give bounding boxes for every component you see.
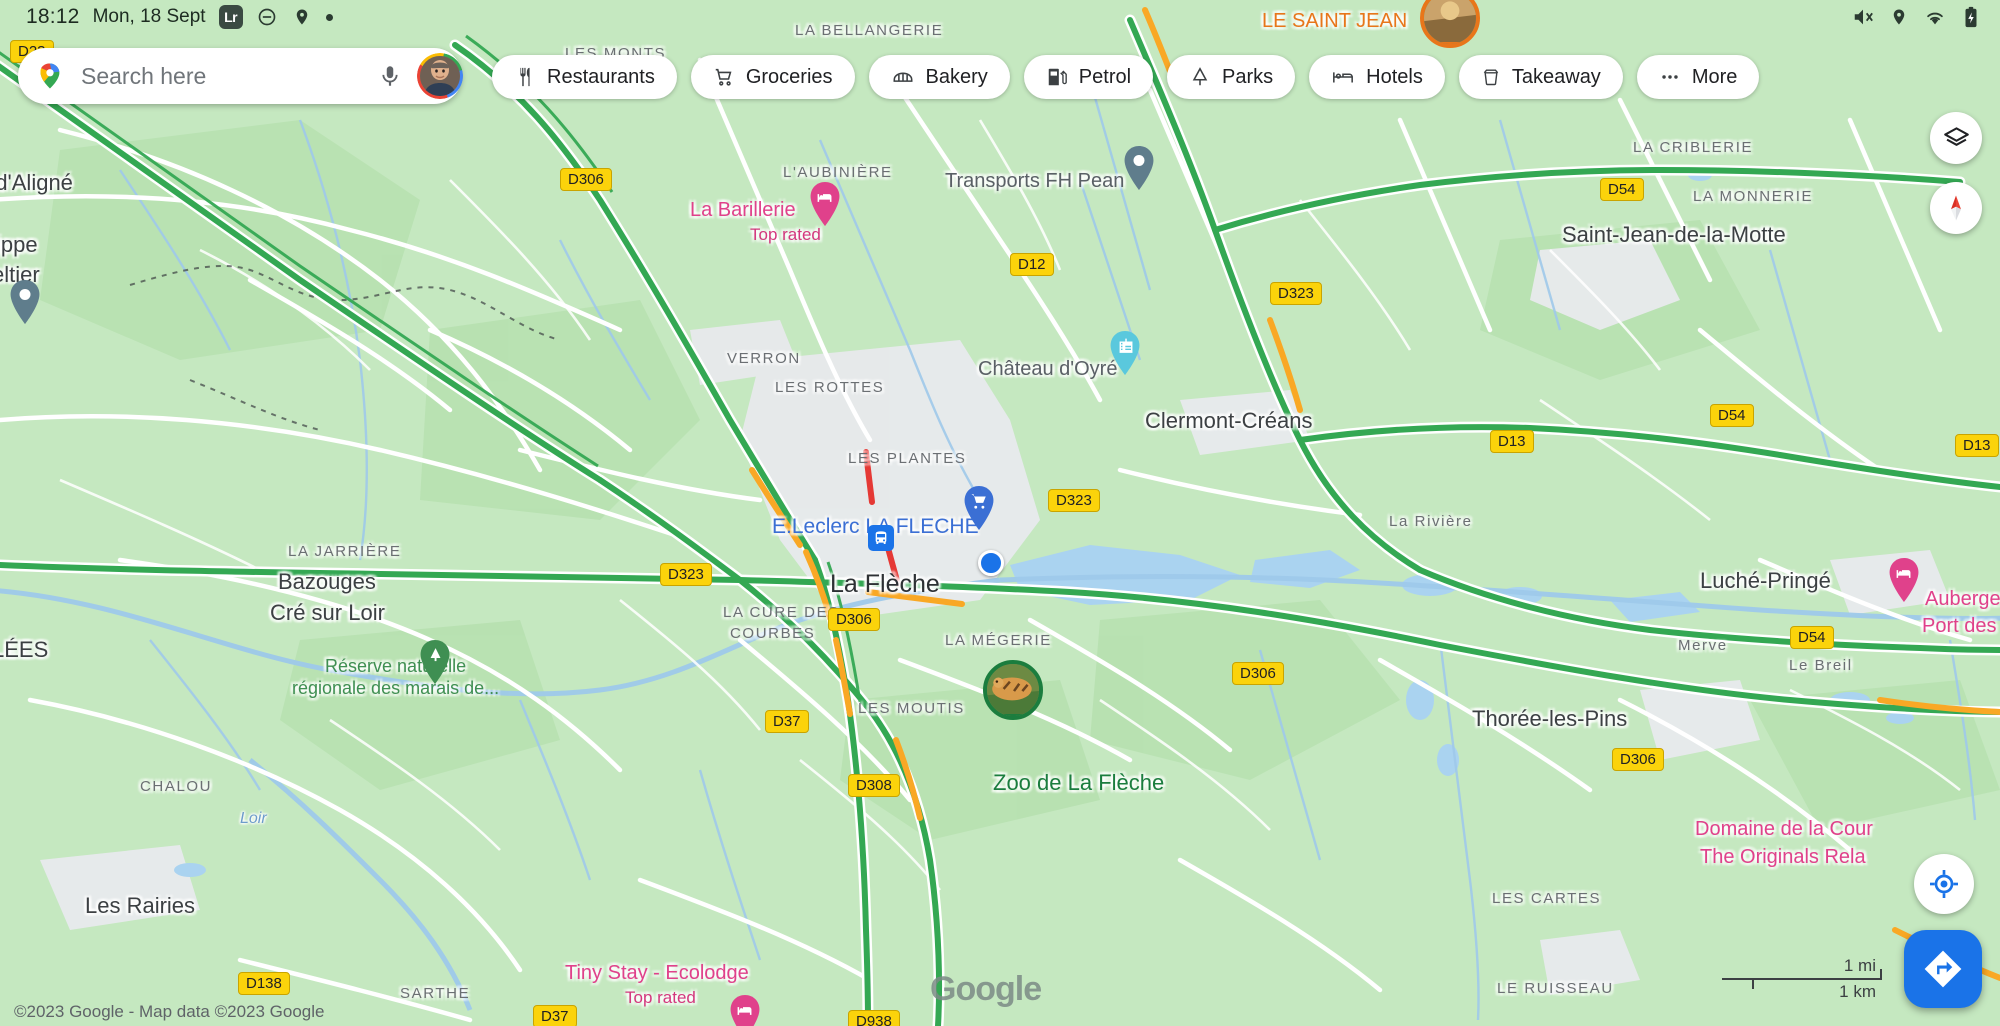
bus-station-icon[interactable] [868,525,894,551]
google-maps-app: Google Saint-Jean-de-la-Motte Clermont-Cr… [0,0,2000,1026]
park-tree-icon [1189,66,1211,88]
google-maps-logo [35,61,65,91]
map-canvas[interactable]: Google [0,0,2000,1026]
search-input[interactable] [81,62,377,90]
grocery-cart-icon [713,66,735,88]
chip-bakery[interactable]: Bakery [868,55,1010,99]
map-scale-bar: 1 mi 1 km [1722,956,1882,1002]
chip-label: Takeaway [1511,65,1601,88]
map-vector-layer: Google [0,0,2000,1026]
chip-label: Bakery [925,65,988,88]
search-bar[interactable] [18,48,463,104]
bakery-icon [891,66,915,88]
chip-label: More [1691,65,1738,88]
chip-label: Restaurants [547,65,655,88]
avatar-photo [420,56,460,96]
scale-miles: 1 mi [1843,956,1876,975]
petrol-pump-icon [1046,66,1068,88]
chip-petrol[interactable]: Petrol [1023,55,1154,99]
chip-label: Parks [1222,65,1274,88]
chip-label: Petrol [1078,65,1132,88]
category-chips-row[interactable]: Restaurants Groceries Bakery Petrol Parks Hot… [492,55,1760,99]
chip-label: Hotels [1366,65,1423,88]
my-location-button[interactable] [1914,854,1974,914]
compass-button[interactable] [1930,182,1982,234]
layers-button[interactable] [1930,112,1982,164]
zoo-photo-pin[interactable] [983,660,1043,720]
chip-takeaway[interactable]: Takeaway [1458,55,1623,99]
restaurant-icon [514,66,536,88]
chip-label: Groceries [745,65,833,88]
takeaway-cup-icon [1481,66,1501,88]
current-location-dot[interactable] [978,550,1004,576]
more-dots-icon [1659,66,1681,88]
chip-groceries[interactable]: Groceries [690,55,855,99]
chip-more[interactable]: More [1636,55,1760,99]
chip-parks[interactable]: Parks [1167,55,1296,99]
hotel-bed-icon [1331,66,1355,88]
scale-km: 1 km [1839,982,1876,1001]
account-avatar[interactable] [417,53,463,99]
chip-hotels[interactable]: Hotels [1309,55,1445,99]
voice-search-icon[interactable] [377,63,403,89]
map-attribution: ©2023 Google - Map data ©2023 Google [14,1002,325,1021]
chip-restaurants[interactable]: Restaurants [492,55,677,99]
svg-text:Google: Google [930,970,1041,1008]
scale-rule [1722,969,1882,989]
directions-button[interactable] [1904,930,1982,1008]
